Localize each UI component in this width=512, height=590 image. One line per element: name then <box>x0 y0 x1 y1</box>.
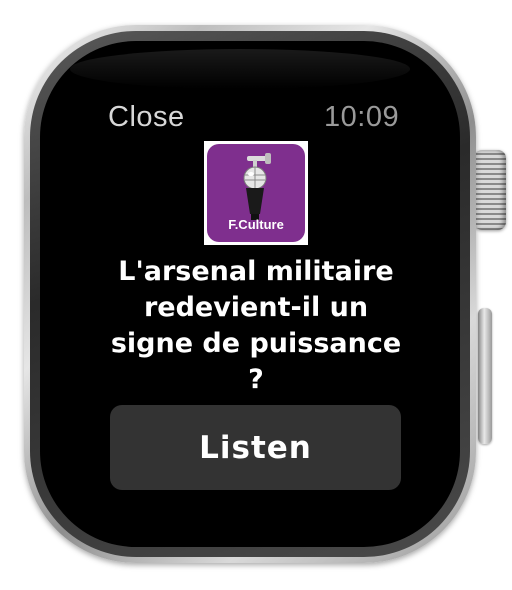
apple-watch-device: Close 10:09 F.Culture L'arsenal militair… <box>0 0 512 590</box>
app-icon-label: F.Culture <box>228 217 284 232</box>
app-icon-tile: F.Culture <box>207 144 305 242</box>
notification-title: L'arsenal militaire redevient-il un sign… <box>110 256 402 395</box>
side-button[interactable] <box>478 308 492 444</box>
listen-button[interactable]: Listen <box>110 405 401 490</box>
digital-crown[interactable] <box>474 150 506 230</box>
clock-time: 10:09 <box>324 101 400 133</box>
close-button[interactable]: Close <box>108 101 185 134</box>
app-icon: F.Culture <box>204 141 308 245</box>
